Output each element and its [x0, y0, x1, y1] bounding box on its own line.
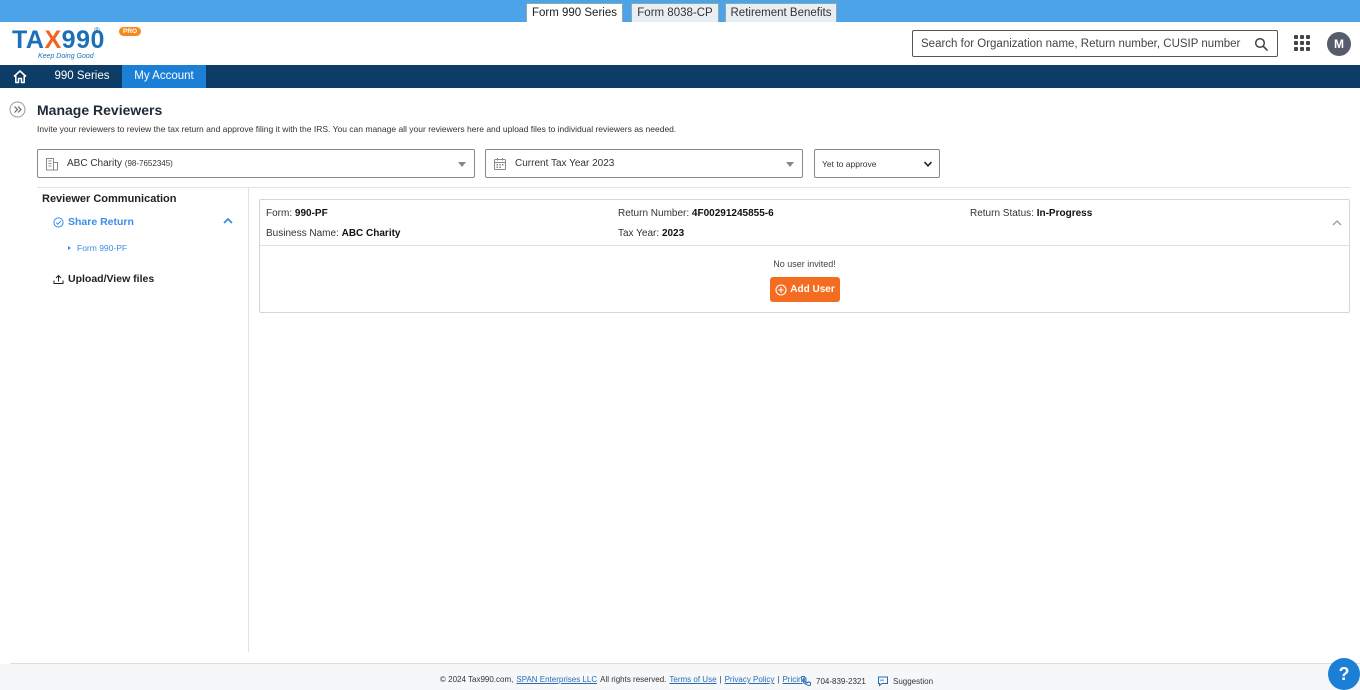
- nav-my-account[interactable]: My Account: [122, 65, 206, 88]
- form-type: Form: 990-PF: [266, 208, 328, 219]
- approval-status-select[interactable]: Yet to approve: [814, 149, 940, 178]
- search-input[interactable]: [921, 35, 1246, 53]
- footer: © 2024 Tax990.com, SPAN Enterprises LLC …: [0, 664, 1360, 690]
- return-number: Return Number: 4F00291245855-6: [618, 208, 774, 219]
- chevron-up-icon[interactable]: [222, 215, 234, 227]
- page-title: Manage Reviewers: [37, 102, 163, 118]
- search-icon[interactable]: [1254, 37, 1268, 51]
- sidebar-heading: Reviewer Communication: [42, 193, 177, 205]
- divider: [37, 187, 1350, 188]
- chevron-up-icon[interactable]: [1331, 217, 1343, 229]
- sidebar-item-share-return[interactable]: Share Return: [53, 214, 134, 230]
- business-name: Business Name: ABC Charity: [266, 228, 401, 239]
- return-card: Form: 990-PF Return Number: 4F0029124585…: [259, 199, 1350, 313]
- approval-status-value: Yet to approve: [822, 159, 877, 169]
- sidebar-item-upload-files[interactable]: Upload/View files: [53, 273, 154, 285]
- caret-down-icon: [786, 162, 794, 167]
- caret-down-icon: [458, 162, 466, 167]
- suggestion-link[interactable]: Suggestion: [877, 675, 933, 687]
- chevron-down-icon: [923, 161, 933, 167]
- add-user-button[interactable]: Add User: [770, 277, 840, 302]
- company-link[interactable]: SPAN Enterprises LLC: [516, 675, 597, 684]
- organization-select[interactable]: ABC Charity (98-7652345): [37, 149, 475, 178]
- tax-year: Tax Year: 2023: [618, 228, 685, 239]
- return-card-header[interactable]: Form: 990-PF Return Number: 4F0029124585…: [260, 200, 1349, 246]
- calendar-icon: [494, 158, 506, 170]
- organization-name: ABC Charity: [67, 158, 123, 169]
- privacy-link[interactable]: Privacy Policy: [725, 675, 775, 684]
- tax-year-select[interactable]: Current Tax Year 2023: [485, 149, 803, 178]
- main-nav: 990 Series My Account: [0, 65, 1360, 88]
- plus-circle-icon: [775, 283, 787, 296]
- divider: [248, 188, 249, 652]
- empty-reviewers-message: No user invited!: [773, 259, 836, 269]
- copyright-text: © 2024 Tax990.com,: [440, 675, 514, 684]
- tab-form-8038-cp[interactable]: Form 8038-CP: [631, 3, 719, 22]
- terms-link[interactable]: Terms of Use: [669, 675, 716, 684]
- phone-icon: [800, 676, 811, 687]
- search-box: [912, 30, 1278, 57]
- caret-right-icon: [68, 246, 71, 250]
- tax990-logo[interactable]: TAX990 ® PRO Keep Doing Good: [12, 26, 142, 62]
- check-circle-icon: [53, 216, 64, 228]
- rights-text: All rights reserved.: [600, 675, 667, 684]
- sidebar-item-form-990-pf[interactable]: Form 990-PF: [68, 243, 127, 253]
- home-button[interactable]: [0, 65, 40, 88]
- logo-tagline: Keep Doing Good: [38, 53, 94, 60]
- user-avatar[interactable]: M: [1327, 32, 1351, 56]
- chat-icon: [878, 676, 888, 687]
- home-icon: [13, 70, 27, 84]
- pro-badge: PRO: [119, 27, 142, 36]
- support-phone[interactable]: 704-839-2321: [800, 675, 866, 687]
- expand-sidebar-icon[interactable]: [9, 100, 26, 119]
- tab-form-990-series[interactable]: Form 990 Series: [526, 3, 623, 23]
- organization-ein: (98-7652345): [124, 159, 173, 168]
- product-tab-bar: Form 990 Series Form 8038-CP Retirement …: [0, 0, 1360, 23]
- nav-990-series[interactable]: 990 Series: [42, 65, 122, 88]
- return-status: Return Status: In-Progress: [970, 208, 1093, 219]
- page-description: Invite your reviewers to review the tax …: [37, 124, 677, 134]
- tax-year-value: Current Tax Year 2023: [515, 158, 615, 169]
- apps-grid-icon[interactable]: [1294, 35, 1310, 51]
- building-icon: [46, 158, 58, 171]
- tab-retirement-benefits[interactable]: Retirement Benefits: [725, 3, 837, 22]
- help-button[interactable]: ?: [1328, 658, 1360, 690]
- header: TAX990 ® PRO Keep Doing Good M: [0, 22, 1360, 65]
- upload-icon: [53, 274, 64, 284]
